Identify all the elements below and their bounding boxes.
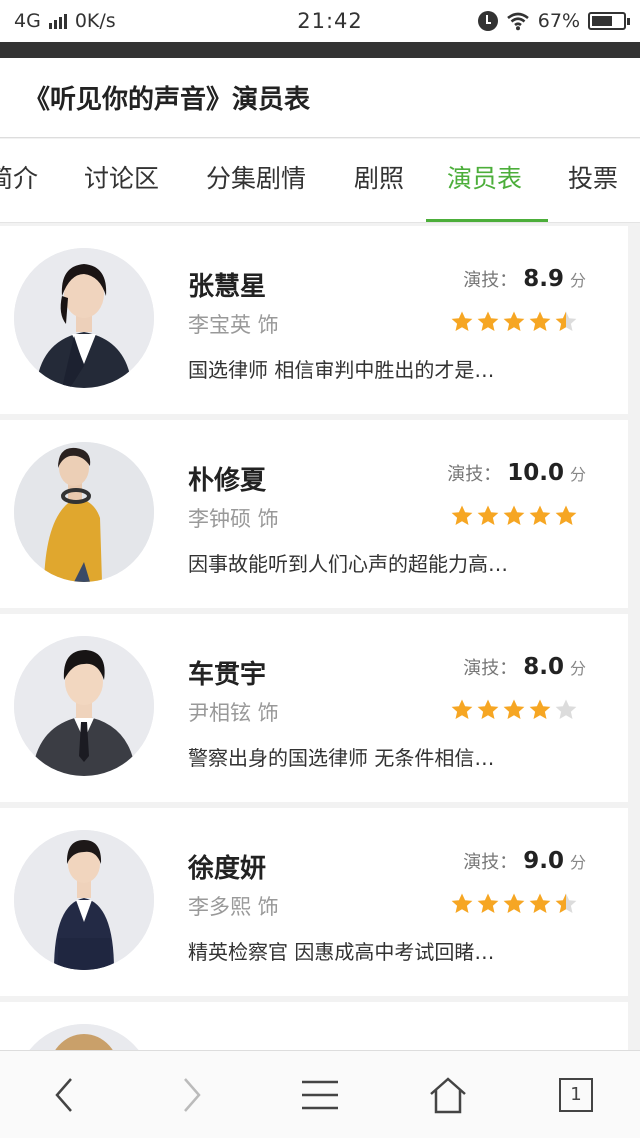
wifi-icon [506,12,529,31]
star-rating [450,698,578,722]
chevron-left-icon [55,1077,72,1112]
star-full-icon [451,699,473,719]
star-rating [450,310,578,334]
star-full-icon [529,893,551,913]
star-full-icon [529,311,551,331]
status-bar: 4G 0K/s 21:42 67% [0,0,640,42]
signal-icon [48,13,67,29]
actor-name: 徐度妍 [188,854,267,884]
tab-vote[interactable]: 投票 [568,139,618,222]
star-empty-icon [555,699,577,719]
home-icon [430,1076,466,1113]
actor-name: 张慧星 [188,272,267,302]
home-button[interactable] [384,1051,512,1138]
page-title: 《听见你的声音》演员表 [0,58,640,138]
star-full-icon [477,311,499,331]
battery-fill [592,16,613,26]
hamburger-menu-icon [302,1080,338,1109]
star-full-icon [451,505,473,525]
score-unit: 分 [569,465,586,484]
network-speed: 0K/s [74,10,116,32]
role-description: 国选律师 相信审判中胜出的才是… [188,358,495,382]
score-label: 演技： [463,852,518,873]
star-full-icon [529,699,551,719]
battery-icon [588,12,630,30]
star-full-icon [503,893,525,913]
star-full-icon [503,505,525,525]
tab-cast[interactable]: 演员表 [447,139,522,222]
actor-photo [14,248,154,388]
browser-bottom-nav: 1 [0,1050,640,1138]
forward-button[interactable] [128,1051,256,1138]
cast-card[interactable]: 车贯宇 尹相铉 饰 演技： 8.0 分 警察出身的国选律师 无条件相信… [0,614,628,802]
score-value: 8.0 [523,654,564,680]
cast-card[interactable]: 张慧星 李宝英 饰 演技： 8.9 分 国选律师 相信审判中胜出的才是… [0,226,628,414]
star-full-icon [529,505,551,525]
star-half-icon [555,893,577,913]
star-full-icon [503,311,525,331]
actor-name: 朴修夏 [188,466,267,496]
menu-button[interactable] [256,1051,384,1138]
score-value: 8.9 [523,266,564,292]
chevron-right-icon [184,1077,201,1112]
tab-intro[interactable]: 简介 [0,139,38,222]
clock: 21:42 [297,9,363,33]
actor-photo [14,830,154,970]
star-full-icon [477,699,499,719]
role-description: 因事故能听到人们心声的超能力高… [188,552,508,576]
score-label: 演技： [447,464,502,485]
acting-score: 演技： 10.0 分 [447,460,586,486]
actor-photo [14,442,154,582]
role-name: 尹相铉 饰 [188,701,279,725]
tabs-button[interactable]: 1 [512,1051,640,1138]
tab-episodes[interactable]: 分集剧情 [206,139,306,222]
star-full-icon [451,893,473,913]
battery-percent: 67% [537,10,580,32]
network-type: 4G [14,10,41,32]
tab-count: 1 [559,1077,593,1112]
role-name: 李宝英 饰 [188,313,279,337]
star-full-icon [477,893,499,913]
star-full-icon [555,505,577,525]
tab-discussion[interactable]: 讨论区 [84,139,159,222]
score-value: 10.0 [507,460,564,486]
screen: 4G 0K/s 21:42 67% 《听见你的声音》演员表 简介 讨论区 分集剧… [0,0,640,1138]
actor-name: 车贯宇 [188,660,267,690]
star-half-icon [555,311,577,331]
tab-bar: 简介 讨论区 分集剧情 剧照 演员表 投票 [0,139,640,223]
star-full-icon [477,505,499,525]
score-unit: 分 [569,853,586,872]
acting-score: 演技： 8.9 分 [463,266,586,292]
role-name: 李钟硕 饰 [188,507,279,531]
score-unit: 分 [569,271,586,290]
score-value: 9.0 [523,848,564,874]
acting-score: 演技： 8.0 分 [463,654,586,680]
cast-card[interactable]: 朴修夏 李钟硕 饰 演技： 10.0 分 因事故能听到人们心声的超能力高… [0,420,628,608]
acting-score: 演技： 9.0 分 [463,848,586,874]
role-description: 精英检察官 因惠成高中考试回睹… [188,940,495,964]
role-description: 警察出身的国选律师 无条件相信… [188,746,495,770]
role-name: 李多熙 饰 [188,895,279,919]
score-label: 演技： [463,658,518,679]
top-divider-band [0,42,640,58]
alarm-icon [477,11,498,31]
actor-photo [14,636,154,776]
active-tab-indicator [426,219,548,222]
tab-stills[interactable]: 剧照 [354,139,404,222]
back-button[interactable] [0,1051,128,1138]
star-rating [450,892,578,916]
score-label: 演技： [463,270,518,291]
star-full-icon [451,311,473,331]
star-full-icon [503,699,525,719]
score-unit: 分 [569,659,586,678]
cast-card[interactable]: 徐度妍 李多熙 饰 演技： 9.0 分 精英检察官 因惠成高中考试回睹… [0,808,628,996]
star-rating [450,504,578,528]
